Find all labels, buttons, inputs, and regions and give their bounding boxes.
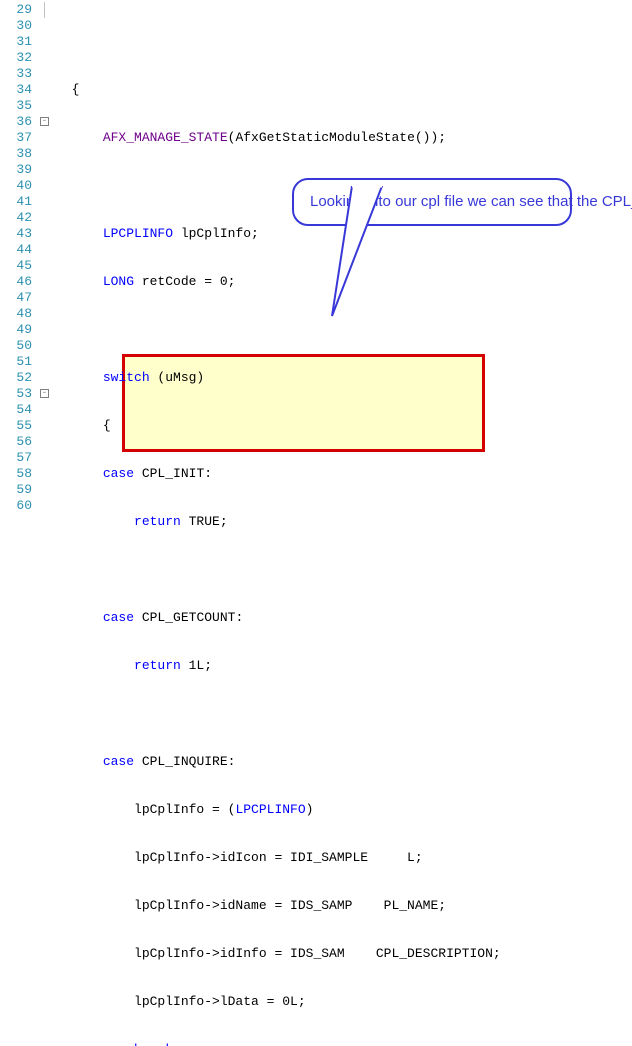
- line-number: 37: [0, 130, 32, 146]
- fold-toggle-icon[interactable]: -: [40, 389, 49, 398]
- line-number: 56: [0, 434, 32, 450]
- line-number: 38: [0, 146, 32, 162]
- line-number: 48: [0, 306, 32, 322]
- line-number: 44: [0, 242, 32, 258]
- line-number: 60: [0, 498, 32, 514]
- fold-toggle-icon[interactable]: -: [40, 117, 49, 126]
- code-editor[interactable]: 29 30 31 32 33 34 35 36 37 38 39 40 41 4…: [0, 0, 632, 523]
- line-number: 29: [0, 2, 32, 18]
- line-number: 47: [0, 290, 32, 306]
- line-number: 46: [0, 274, 32, 290]
- line-number: 58: [0, 466, 32, 482]
- line-number: 53: [0, 386, 32, 402]
- line-number: 42: [0, 210, 32, 226]
- line-number: 34: [0, 82, 32, 98]
- line-number: 40: [0, 178, 32, 194]
- line-number: 49: [0, 322, 32, 338]
- line-number: 33: [0, 66, 32, 82]
- line-number: 50: [0, 338, 32, 354]
- line-number: 45: [0, 258, 32, 274]
- line-number: 59: [0, 482, 32, 498]
- line-number: 51: [0, 354, 32, 370]
- line-number: 35: [0, 98, 32, 114]
- line-number: 54: [0, 402, 32, 418]
- line-number: 52: [0, 370, 32, 386]
- line-number: 36: [0, 114, 32, 130]
- line-number: 31: [0, 34, 32, 50]
- line-number: 57: [0, 450, 32, 466]
- line-number-gutter: 29 30 31 32 33 34 35 36 37 38 39 40 41 4…: [0, 0, 38, 523]
- fold-column: - -: [38, 0, 52, 523]
- line-number: 55: [0, 418, 32, 434]
- line-number: 30: [0, 18, 32, 34]
- line-number: 32: [0, 50, 32, 66]
- line-number: 43: [0, 226, 32, 242]
- line-number: 41: [0, 194, 32, 210]
- code-area[interactable]: { AFX_MANAGE_STATE(AfxGetStaticModuleSta…: [52, 0, 632, 523]
- line-number: 39: [0, 162, 32, 178]
